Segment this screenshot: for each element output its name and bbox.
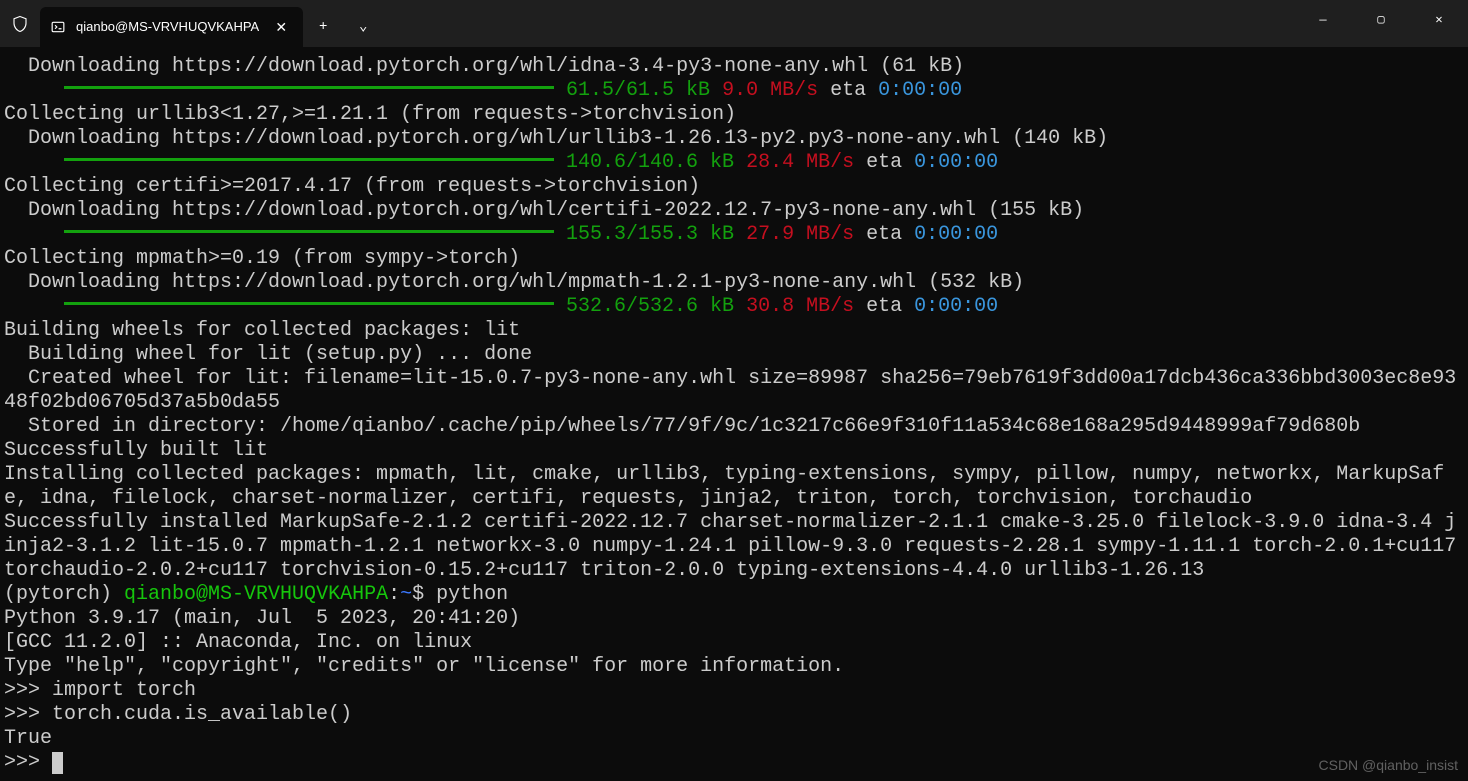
terminal-icon (50, 19, 66, 35)
speed-text: 27.9 MB/s (746, 223, 854, 246)
python-gcc: [GCC 11.2.0] :: Anaconda, Inc. on linux (4, 631, 472, 654)
active-tab[interactable]: qianbo@MS-VRVHUQVKAHPA ✕ (40, 7, 303, 47)
build-header: Building wheels for collected packages: … (4, 319, 520, 342)
prompt-colon: : (388, 583, 400, 606)
tab-dropdown-button[interactable]: ⌄ (343, 7, 383, 47)
prompt-dollar: $ (412, 583, 436, 606)
progress-bar (64, 302, 554, 305)
prompt-cmd: python (436, 583, 508, 606)
progress-bar (64, 230, 554, 233)
collecting-line: Collecting urllib3<1.27,>=1.21.1 (from r… (4, 103, 736, 126)
install-installed: Successfully installed MarkupSafe-2.1.2 … (4, 511, 1464, 583)
collecting-line: Collecting certifi>=2017.4.17 (from requ… (4, 175, 700, 198)
python-prompt: >>> (4, 751, 52, 774)
eta-text: 0:00:00 (914, 151, 998, 174)
python-line: import torch (52, 679, 196, 702)
window-close-button[interactable]: ✕ (1410, 0, 1468, 40)
window-titlebar: qianbo@MS-VRVHUQVKAHPA ✕ + ⌄ — ▢ ✕ (0, 0, 1468, 47)
progress-bar (64, 86, 554, 89)
build-building: Building wheel for lit (setup.py) ... do… (4, 343, 532, 366)
terminal-cursor (52, 752, 63, 774)
python-line: torch.cuda.is_available() (52, 703, 352, 726)
eta-text: 0:00:00 (914, 223, 998, 246)
new-tab-button[interactable]: + (303, 7, 343, 47)
window-controls: — ▢ ✕ (1294, 0, 1468, 40)
progress-text: 140.6/140.6 kB (566, 151, 734, 174)
prompt-env: (pytorch) (4, 583, 124, 606)
maximize-button[interactable]: ▢ (1352, 0, 1410, 40)
progress-text: 532.6/532.6 kB (566, 295, 734, 318)
terminal-output[interactable]: Downloading https://download.pytorch.org… (0, 47, 1468, 779)
prompt-path: ~ (400, 583, 412, 606)
progress-text: 155.3/155.3 kB (566, 223, 734, 246)
build-created: Created wheel for lit: filename=lit-15.0… (4, 367, 1464, 415)
prompt-userhost: qianbo@MS-VRVHUQVKAHPA (124, 583, 388, 606)
speed-text: 30.8 MB/s (746, 295, 854, 318)
python-help: Type "help", "copyright", "credits" or "… (4, 655, 844, 678)
eta-text: 0:00:00 (914, 295, 998, 318)
python-prompt: >>> (4, 679, 52, 702)
progress-text: 61.5/61.5 kB (566, 79, 710, 102)
eta-label: eta (854, 151, 914, 174)
install-installing: Installing collected packages: mpmath, l… (4, 463, 1464, 511)
build-success: Successfully built lit (4, 439, 268, 462)
python-prompt: >>> (4, 703, 52, 726)
tab-close-button[interactable]: ✕ (269, 15, 293, 39)
python-result: True (4, 727, 52, 750)
progress-bar (64, 158, 554, 161)
eta-label: eta (854, 295, 914, 318)
python-version: Python 3.9.17 (main, Jul 5 2023, 20:41:2… (4, 607, 520, 630)
download-line: Downloading https://download.pytorch.org… (4, 199, 1084, 222)
eta-label: eta (818, 79, 878, 102)
watermark-text: CSDN @qianbo_insist (1319, 753, 1459, 777)
build-stored: Stored in directory: /home/qianbo/.cache… (4, 415, 1360, 438)
download-line: Downloading https://download.pytorch.org… (4, 271, 1024, 294)
download-line: Downloading https://download.pytorch.org… (4, 127, 1108, 150)
collecting-line: Collecting mpmath>=0.19 (from sympy->tor… (4, 247, 520, 270)
speed-text: 28.4 MB/s (746, 151, 854, 174)
tab-title: qianbo@MS-VRVHUQVKAHPA (76, 15, 259, 39)
eta-label: eta (854, 223, 914, 246)
speed-text: 9.0 MB/s (722, 79, 818, 102)
minimize-button[interactable]: — (1294, 0, 1352, 40)
app-shield-icon (0, 0, 40, 47)
download-line: Downloading https://download.pytorch.org… (4, 55, 964, 78)
eta-text: 0:00:00 (878, 79, 962, 102)
